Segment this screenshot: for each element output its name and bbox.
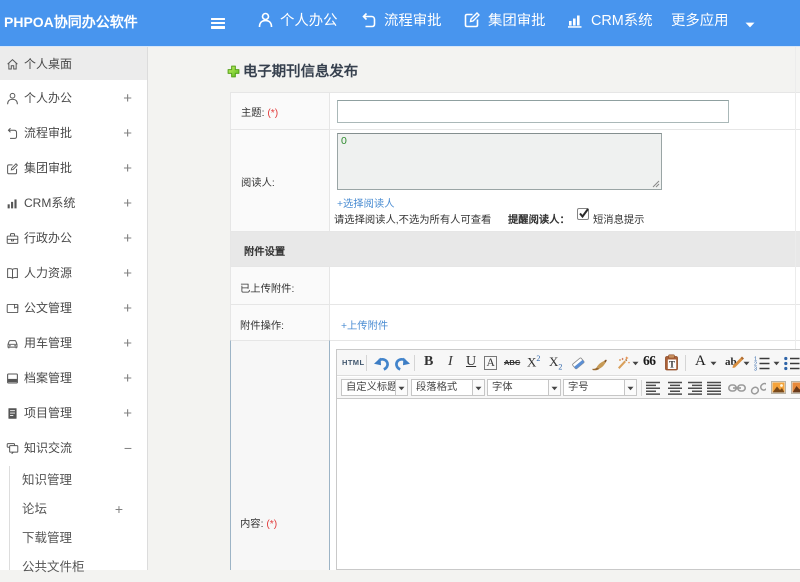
- svg-text:T: T: [669, 359, 675, 369]
- svg-text:3: 3: [754, 367, 757, 372]
